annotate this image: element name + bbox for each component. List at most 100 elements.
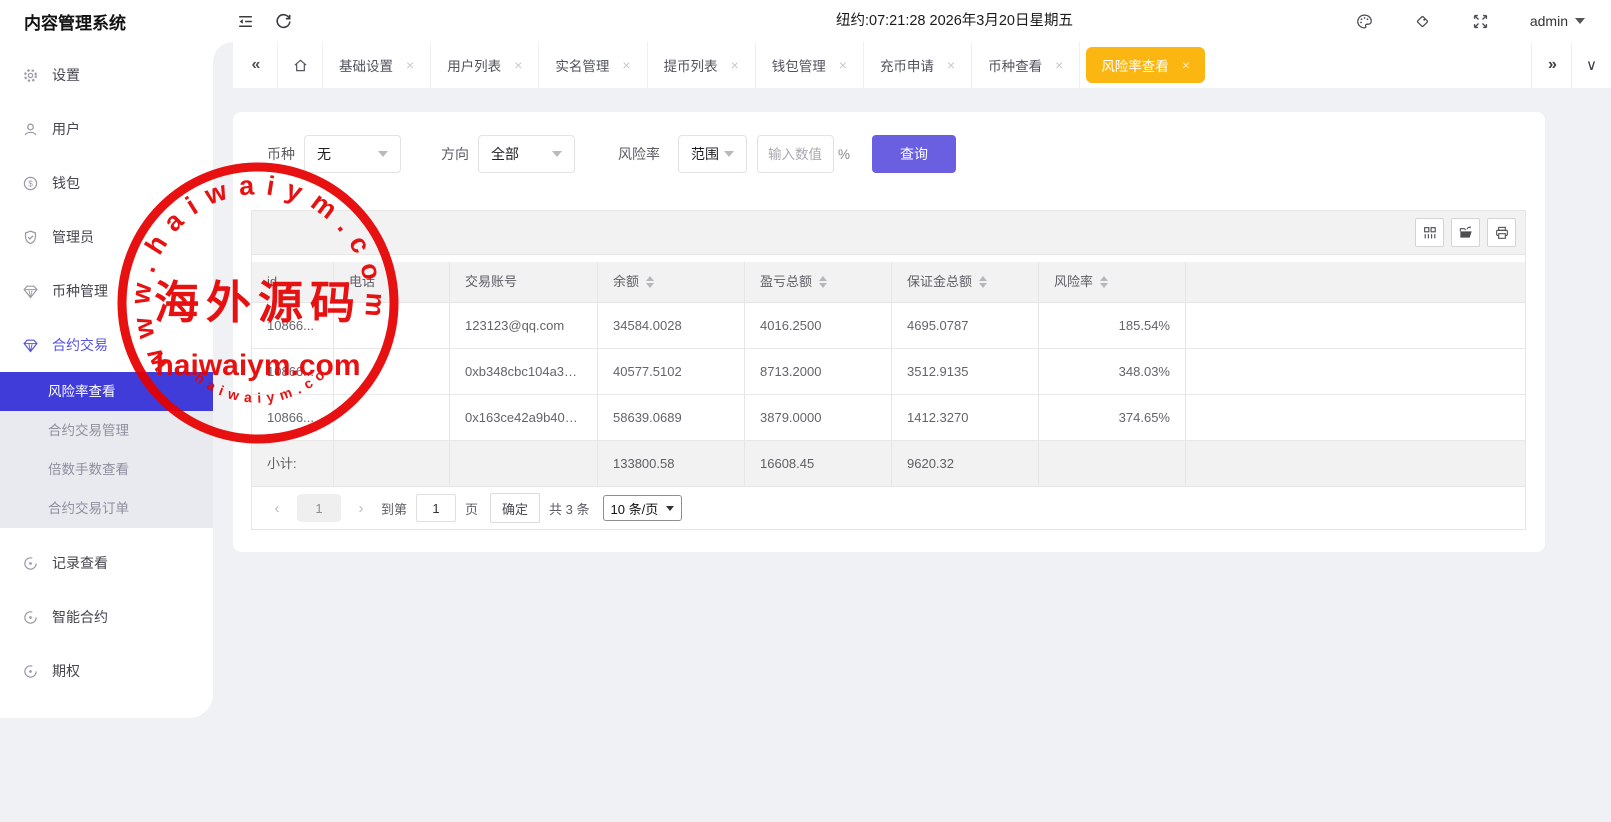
close-icon[interactable]: ×	[406, 58, 414, 72]
subtotal-account	[450, 441, 598, 486]
sidebar-item-settings[interactable]: 设置	[0, 48, 213, 102]
sidebar-item-records-view[interactable]: 记录查看	[0, 536, 213, 590]
column-header-filler	[1186, 262, 1525, 302]
direction-select[interactable]: 全部	[478, 135, 575, 173]
sort-icon[interactable]	[1100, 276, 1108, 288]
tab-wallet-management[interactable]: 钱包管理 ×	[756, 42, 864, 88]
table-header-row: id 电话 交易账号 余额 盈亏总额 保证金总额 风险率	[252, 262, 1525, 303]
tab-label: 风险率查看	[1101, 55, 1169, 75]
column-header-id: id	[252, 262, 334, 302]
tab-user-list[interactable]: 用户列表 ×	[431, 42, 539, 88]
search-button[interactable]: 查询	[872, 135, 956, 173]
admin-username: admin	[1530, 13, 1568, 29]
close-icon[interactable]: ×	[731, 58, 739, 72]
table-row[interactable]: 10866... 123123@qq.com 34584.0028 4016.2…	[252, 303, 1525, 349]
scroll-tabs-right-button[interactable]: »	[1531, 42, 1571, 88]
risk-mode-select[interactable]: 范围	[678, 135, 747, 173]
sort-icon[interactable]	[979, 276, 987, 288]
rounded-corner-decoration	[213, 42, 233, 62]
sidebar-item-contract-trading[interactable]: 合约交易	[0, 318, 213, 372]
filter-bar: 币种 无 方向 全部 风险率 范围 % 查询	[267, 135, 956, 173]
admin-dropdown[interactable]: admin	[1520, 13, 1585, 29]
column-header-risk-rate: 风险率	[1039, 262, 1186, 302]
current-page-button[interactable]: 1	[297, 494, 341, 522]
tab-coin-view[interactable]: 币种查看 ×	[972, 42, 1080, 88]
cell-risk-rate: 374.65%	[1039, 395, 1186, 440]
sort-icon[interactable]	[646, 276, 654, 288]
sidebar-item-wallet[interactable]: $ 钱包	[0, 156, 213, 210]
tab-risk-rate-view-active[interactable]: 风险率查看 ×	[1080, 42, 1211, 88]
close-icon[interactable]: ×	[514, 58, 522, 72]
prev-page-button[interactable]: ‹	[266, 500, 288, 517]
submenu-item-multiplier-lots-view[interactable]: 倍数手数查看	[0, 450, 213, 489]
subtotal-row: 小计: 133800.58 16608.45 9620.32	[252, 441, 1525, 487]
close-icon[interactable]: ×	[839, 58, 847, 72]
tag-button[interactable]	[1404, 0, 1442, 42]
scroll-tabs-left-button[interactable]: «	[233, 42, 278, 88]
tab-deposit-requests[interactable]: 充币申请 ×	[864, 42, 972, 88]
refresh-button[interactable]	[264, 0, 302, 42]
submenu-item-contract-trade-management[interactable]: 合约交易管理	[0, 411, 213, 450]
table-row[interactable]: 10866... 0xb348cbc104a37... 40577.5102 8…	[252, 349, 1525, 395]
close-icon[interactable]: ×	[622, 58, 630, 72]
sidebar: 设置 用户 $ 钱包 管理员 币种管理 合约交易	[0, 42, 213, 718]
confirm-page-button[interactable]: 确定	[490, 493, 540, 523]
app-title: 内容管理系统	[0, 9, 226, 34]
table-toolbar	[252, 211, 1525, 255]
chevron-down-icon	[1575, 18, 1585, 24]
risk-mode-select-value: 范围	[691, 144, 719, 164]
sidebar-item-label: 管理员	[52, 227, 94, 247]
cell-balance: 34584.0028	[598, 303, 745, 348]
columns-filter-button[interactable]	[1415, 218, 1444, 247]
top-header: 内容管理系统 纽约:07:21:28 2026年3月20日星期五	[0, 0, 1611, 42]
print-button[interactable]	[1487, 218, 1516, 247]
chevron-down-icon	[724, 151, 734, 157]
cell-id: 10866...	[252, 303, 334, 348]
subtotal-balance: 133800.58	[598, 441, 745, 486]
fullscreen-button[interactable]	[1462, 0, 1500, 42]
cell-profit: 4016.2500	[745, 303, 892, 348]
cell-id: 10866...	[252, 395, 334, 440]
sort-icon[interactable]	[819, 276, 827, 288]
column-header-phone: 电话	[334, 262, 450, 302]
tab-options-button[interactable]: ∨	[1571, 42, 1611, 88]
theme-button[interactable]	[1346, 0, 1384, 42]
sidebar-item-users[interactable]: 用户	[0, 102, 213, 156]
page-unit-label: 页	[465, 499, 478, 518]
export-button[interactable]	[1451, 218, 1480, 247]
sidebar-item-label: 期权	[52, 661, 80, 681]
svg-text:$: $	[28, 179, 33, 188]
sidebar-item-admins[interactable]: 管理员	[0, 210, 213, 264]
tab-basic-settings[interactable]: 基础设置 ×	[323, 42, 431, 88]
home-tab-button[interactable]	[278, 42, 323, 88]
close-icon[interactable]: ×	[947, 58, 955, 72]
cell-risk-rate: 185.54%	[1039, 303, 1186, 348]
double-chevron-right-icon: »	[1548, 56, 1555, 74]
next-page-button[interactable]: ›	[350, 500, 372, 517]
sidebar-item-label: 用户	[52, 119, 80, 139]
collapse-sidebar-button[interactable]	[226, 0, 264, 42]
column-header-balance: 余额	[598, 262, 745, 302]
close-icon[interactable]: ×	[1182, 58, 1190, 72]
risk-value-input[interactable]	[757, 135, 834, 173]
submenu-item-contract-trade-orders[interactable]: 合约交易订单	[0, 489, 213, 528]
currency-select[interactable]: 无	[304, 135, 401, 173]
cell-margin: 1412.3270	[892, 395, 1039, 440]
submenu-item-risk-rate-view[interactable]: 风险率查看	[0, 372, 213, 411]
tab-label: 币种查看	[988, 55, 1042, 75]
timezone-clock: 纽约:07:21:28 2026年3月20日星期五	[836, 0, 1073, 42]
table-row[interactable]: 10866... 0x163ce42a9b407... 58639.0689 3…	[252, 395, 1525, 441]
goto-page-input[interactable]	[416, 494, 456, 522]
toolbar-gap	[252, 255, 1525, 262]
page-size-select[interactable]: 10 条/页	[603, 495, 683, 521]
tab-withdraw-list[interactable]: 提币列表 ×	[648, 42, 756, 88]
sidebar-item-options[interactable]: 期权	[0, 644, 213, 698]
sidebar-item-coin-management[interactable]: 币种管理	[0, 264, 213, 318]
percent-suffix: %	[838, 147, 850, 162]
cell-phone	[334, 349, 450, 394]
subtotal-label: 小计:	[252, 441, 334, 486]
sidebar-item-smart-contracts[interactable]: 智能合约	[0, 590, 213, 644]
cell-filler	[1186, 303, 1525, 348]
tab-real-name-management[interactable]: 实名管理 ×	[539, 42, 647, 88]
close-icon[interactable]: ×	[1055, 58, 1063, 72]
